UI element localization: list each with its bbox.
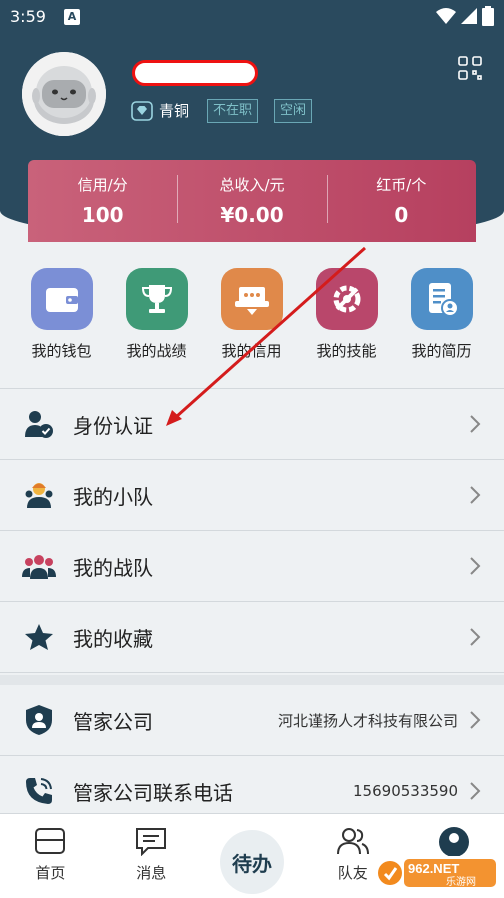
- stat-redcoin-value: 0: [394, 203, 409, 227]
- user-level: 青铜: [131, 100, 189, 121]
- skill-icon: [315, 268, 378, 330]
- profile-icon: [438, 827, 469, 857]
- status-bar: 3:59 A: [0, 0, 504, 34]
- todo-button[interactable]: 待办: [219, 830, 284, 894]
- chevron-right-icon: [470, 557, 481, 575]
- stat-income-value: ¥0.00: [220, 203, 284, 227]
- qr-code-icon: [458, 56, 482, 80]
- trophy-icon: [125, 268, 188, 330]
- watermark-brand: 962.NET: [408, 861, 459, 876]
- team-icon: [22, 549, 56, 583]
- stat-income[interactable]: 总收入/元 ¥0.00: [177, 160, 326, 242]
- menu-identity-verification[interactable]: 身份认证: [0, 389, 504, 460]
- level-label: 青铜: [159, 102, 190, 120]
- tab-home-label: 首页: [35, 864, 66, 882]
- quick-credit[interactable]: 我的信用: [204, 266, 299, 376]
- quick-credit-label: 我的信用: [221, 342, 282, 360]
- quick-record-label: 我的战绩: [126, 342, 187, 360]
- quick-resume[interactable]: 我的简历: [394, 266, 489, 376]
- stat-redcoin-label: 红币/个: [376, 176, 427, 194]
- tab-messages[interactable]: 消息: [101, 814, 202, 898]
- status-icons: [436, 6, 494, 26]
- quick-actions: 我的钱包 我的战绩 我的信用 我的技能 我的简历: [0, 266, 504, 376]
- verified-user-icon: [22, 407, 56, 441]
- menu-squad-label: 我的小队: [73, 484, 153, 509]
- availability-status-tag: 空闲: [274, 99, 313, 123]
- chevron-right-icon: [470, 628, 481, 646]
- employment-status-tag: 不在职: [207, 99, 259, 123]
- notification-icon: A: [64, 9, 80, 25]
- watermark-sub: 乐游网: [446, 875, 476, 888]
- stat-income-label: 总收入/元: [219, 176, 285, 194]
- star-icon: [22, 620, 56, 654]
- avatar[interactable]: [22, 52, 106, 136]
- quick-record[interactable]: 我的战绩: [109, 266, 204, 376]
- home-icon: [35, 828, 66, 854]
- menu-phone-value: 15690533590: [353, 782, 458, 800]
- chevron-right-icon: [470, 415, 481, 433]
- status-time: 3:59: [10, 7, 46, 26]
- squad-icon: [22, 478, 56, 512]
- menu-phone-label: 管家公司联系电话: [73, 780, 233, 805]
- section-gap: [0, 675, 504, 685]
- resume-icon: [410, 268, 473, 330]
- tab-todo[interactable]: 待办: [202, 814, 303, 898]
- wifi-icon: [436, 8, 456, 24]
- watermark-962-logo: 962.NET 乐游网: [378, 859, 496, 888]
- menu-company-value: 河北谨扬人才科技有限公司: [277, 711, 458, 730]
- teammates-icon: [336, 828, 369, 855]
- menu-my-team[interactable]: 我的战队: [0, 531, 504, 602]
- menu-steward-company[interactable]: 管家公司 河北谨扬人才科技有限公司: [0, 685, 504, 756]
- quick-wallet[interactable]: 我的钱包: [14, 266, 109, 376]
- quick-skill[interactable]: 我的技能: [299, 266, 394, 376]
- menu-identity-label: 身份认证: [73, 413, 153, 438]
- stat-credit[interactable]: 信用/分 100: [28, 160, 177, 242]
- tab-messages-label: 消息: [136, 864, 167, 882]
- tab-home[interactable]: 首页: [0, 814, 101, 898]
- signal-icon: [461, 8, 477, 24]
- chevron-right-icon: [470, 711, 481, 729]
- menu-company-label: 管家公司: [73, 709, 153, 734]
- stat-redcoin[interactable]: 红币/个 0: [326, 160, 476, 242]
- stat-credit-value: 100: [81, 203, 124, 227]
- battery-icon: [482, 6, 494, 26]
- menu-my-squad[interactable]: 我的小队: [0, 460, 504, 531]
- quick-skill-label: 我的技能: [316, 342, 377, 360]
- stat-credit-label: 信用/分: [77, 176, 128, 194]
- robot-avatar-icon: [22, 52, 106, 136]
- menu-my-favorites[interactable]: 我的收藏: [0, 602, 504, 673]
- user-name-redacted: [132, 60, 258, 86]
- phone-icon: [22, 774, 56, 808]
- quick-wallet-label: 我的钱包: [31, 342, 92, 360]
- wallet-icon: [30, 268, 93, 330]
- message-icon: [136, 828, 167, 857]
- shield-user-icon: [22, 703, 56, 737]
- menu-favorites-label: 我的收藏: [73, 626, 153, 651]
- quick-resume-label: 我的简历: [411, 342, 472, 360]
- chevron-right-icon: [470, 782, 481, 800]
- menu-team-label: 我的战队: [73, 555, 153, 580]
- diamond-badge-icon: [131, 100, 153, 121]
- chevron-right-icon: [470, 486, 481, 504]
- stats-card: 信用/分 100 总收入/元 ¥0.00 红币/个 0: [28, 160, 476, 242]
- credit-icon: [220, 268, 283, 330]
- qr-code-button[interactable]: [458, 56, 482, 80]
